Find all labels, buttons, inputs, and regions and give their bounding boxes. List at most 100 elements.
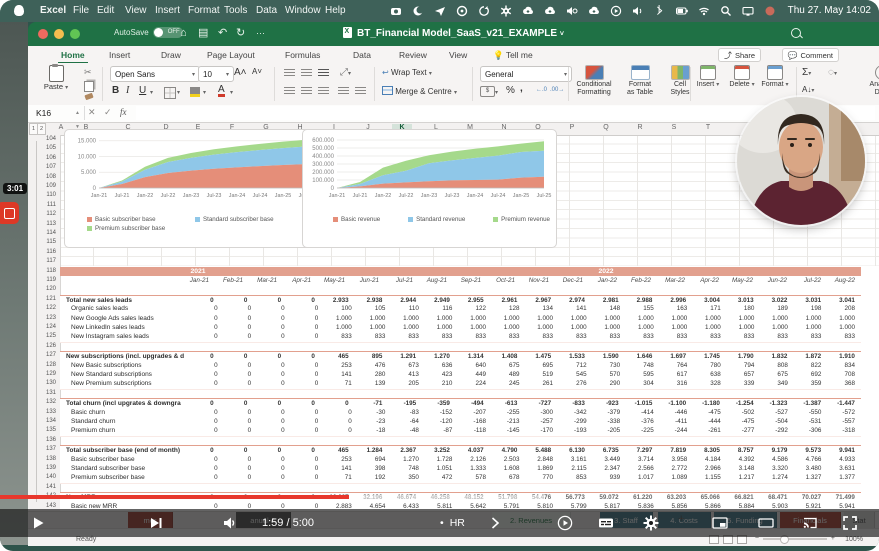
cell[interactable]: 833 <box>458 332 492 341</box>
display-menubar-icon[interactable] <box>740 4 755 18</box>
moon-menubar-icon[interactable] <box>410 4 425 18</box>
cell[interactable]: -531 <box>794 417 828 426</box>
cell[interactable]: 1.000 <box>660 314 694 323</box>
cell[interactable]: 1.000 <box>727 323 761 332</box>
cell[interactable]: 692 <box>794 370 828 379</box>
cell[interactable]: 0 <box>224 408 258 417</box>
cell[interactable]: 449 <box>458 370 492 379</box>
row-header-106[interactable]: 106 <box>40 155 56 161</box>
row-header-135[interactable]: 135 <box>40 427 56 433</box>
row-header-121[interactable]: 121 <box>40 296 56 302</box>
cell[interactable]: 822 <box>794 361 828 370</box>
cell[interactable]: 0 <box>190 408 224 417</box>
menu-edit[interactable]: Edit <box>97 5 114 16</box>
cell[interactable]: 141 <box>324 464 358 473</box>
month-header[interactable]: May-22 <box>725 276 759 285</box>
cell[interactable]: 1.000 <box>593 323 627 332</box>
cell[interactable]: -550 <box>794 408 828 417</box>
cell[interactable]: 4.392 <box>727 455 761 464</box>
row-label[interactable]: Premium churn <box>60 426 190 435</box>
cell[interactable]: 0 <box>291 361 325 370</box>
cell[interactable]: -504 <box>760 417 794 426</box>
month-header[interactable]: Aug-21 <box>419 276 453 285</box>
row-header-138[interactable]: 138 <box>40 456 56 462</box>
cell[interactable]: 770 <box>526 473 560 482</box>
increase-font-icon[interactable]: A˄ <box>234 67 247 78</box>
cell[interactable]: 0 <box>291 370 325 379</box>
cell[interactable]: 519 <box>526 370 560 379</box>
font-name-select[interactable]: Open Sans ▾ <box>110 66 200 82</box>
clear-button[interactable]: ◌▾ <box>828 67 837 78</box>
cell[interactable]: -411 <box>660 417 694 426</box>
cell[interactable]: 1.000 <box>660 323 694 332</box>
volume-icon[interactable] <box>222 515 238 531</box>
cell[interactable]: 0 <box>291 473 325 482</box>
row-header-110[interactable]: 110 <box>40 192 56 198</box>
cell[interactable]: -446 <box>660 408 694 417</box>
cell[interactable]: 359 <box>794 379 828 388</box>
cell[interactable]: 1.869 <box>526 464 560 473</box>
cell[interactable]: 4.184 <box>693 455 727 464</box>
cell[interactable]: -30 <box>358 408 392 417</box>
record-dot-menubar-icon[interactable] <box>762 4 777 18</box>
align-left-icon[interactable] <box>284 87 295 95</box>
theater-icon[interactable] <box>758 515 774 531</box>
accounting-format-icon[interactable]: $ <box>480 86 495 97</box>
cell[interactable]: 2.503 <box>492 455 526 464</box>
column-header-R[interactable]: R <box>630 124 650 131</box>
cell[interactable]: 4.766 <box>794 455 828 464</box>
row-header-108[interactable]: 108 <box>40 174 56 180</box>
row-header-115[interactable]: 115 <box>40 239 56 245</box>
cell[interactable]: -145 <box>492 426 526 435</box>
font-color-icon[interactable]: A <box>218 85 225 97</box>
cell[interactable]: 122 <box>458 304 492 313</box>
cell[interactable]: 1.000 <box>626 314 660 323</box>
cell[interactable]: 290 <box>593 379 627 388</box>
fullscreen-icon[interactable] <box>842 515 858 531</box>
cell[interactable]: 3.320 <box>760 464 794 473</box>
ribbon-tab-review[interactable]: Review <box>396 48 430 62</box>
cell[interactable]: 0 <box>291 426 325 435</box>
cell[interactable]: -299 <box>559 417 593 426</box>
settings-gear-icon[interactable] <box>643 515 659 531</box>
cell[interactable]: 3.480 <box>794 464 828 473</box>
share-button[interactable]: ⤴ Share <box>717 48 761 62</box>
cell[interactable]: -255 <box>492 408 526 417</box>
row-header-134[interactable]: 134 <box>40 418 56 424</box>
cell[interactable]: 0 <box>291 323 325 332</box>
row-header-113[interactable]: 113 <box>40 221 56 227</box>
row-header-107[interactable]: 107 <box>40 164 56 170</box>
cell[interactable]: 0 <box>257 323 291 332</box>
cell[interactable]: 833 <box>626 332 660 341</box>
row-header-120[interactable]: 120 <box>40 286 56 292</box>
fill-color-dropdown[interactable]: ▾ <box>203 89 206 96</box>
cell[interactable]: 1.000 <box>458 323 492 332</box>
cell[interactable]: -277 <box>727 426 761 435</box>
cell[interactable]: 833 <box>693 332 727 341</box>
cell[interactable]: 0 <box>190 417 224 426</box>
cell[interactable]: 1.000 <box>526 314 560 323</box>
format-cells-button[interactable]: Format ▾ <box>758 65 792 89</box>
cell[interactable]: 708 <box>827 370 861 379</box>
cell[interactable]: 730 <box>593 361 627 370</box>
cell[interactable]: 180 <box>727 304 761 313</box>
fill-color-icon[interactable] <box>190 87 200 97</box>
name-box[interactable]: K16 ▲ ▼ <box>30 106 85 130</box>
ribbon-tab-tell-me[interactable]: 💡 Tell me <box>490 48 536 63</box>
cell[interactable]: 748 <box>391 464 425 473</box>
row-label[interactable]: New Standard subscriptions <box>60 370 190 379</box>
cut-icon[interactable]: ✂ <box>84 67 92 78</box>
menu-data[interactable]: Data <box>256 5 277 16</box>
cell[interactable]: 640 <box>458 361 492 370</box>
cell[interactable]: 0 <box>190 455 224 464</box>
cell[interactable]: -338 <box>593 417 627 426</box>
cell[interactable]: 423 <box>425 370 459 379</box>
cell[interactable]: 0 <box>291 417 325 426</box>
bold-button[interactable]: B <box>112 85 119 96</box>
cell[interactable]: 1.327 <box>794 473 828 482</box>
video-progress-bar[interactable] <box>0 495 879 499</box>
month-header[interactable]: May-21 <box>317 276 351 285</box>
month-header[interactable]: Apr-22 <box>691 276 725 285</box>
cell[interactable]: 2.772 <box>660 464 694 473</box>
cell[interactable]: 748 <box>626 361 660 370</box>
